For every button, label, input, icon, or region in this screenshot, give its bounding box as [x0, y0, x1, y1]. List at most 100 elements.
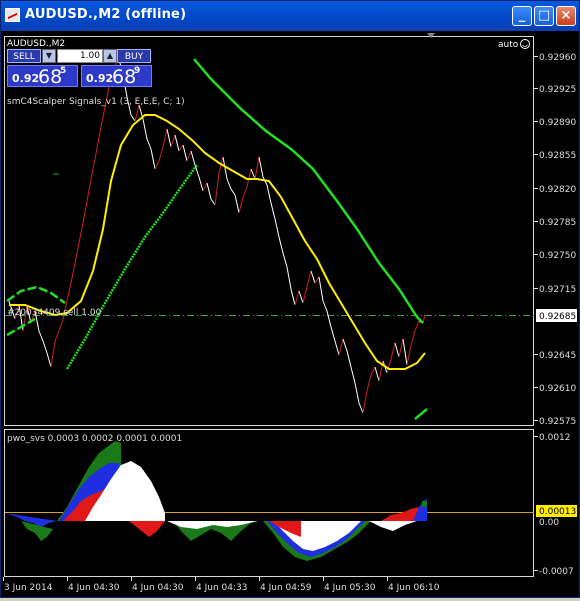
price-bar — [290, 288, 296, 306]
price-bar — [90, 158, 96, 180]
price-bar — [386, 358, 392, 374]
price-bar — [54, 330, 60, 342]
price-bar — [46, 352, 52, 368]
price-bar — [302, 286, 308, 304]
price-chart-svg[interactable]: 0.92960 0.92925 0.92890 0.92855 0.92820 0.927… — [3, 33, 579, 597]
price-bar — [74, 242, 80, 264]
chart-window[interactable]: AUDUSD.,M2 (offline) _ □ × 0.92960 0.9292… — [0, 0, 580, 598]
current-price-label: 0.92685 — [539, 312, 576, 322]
price-tick-label: 0.92960 — [539, 53, 576, 63]
window-title: AUDUSD.,M2 (offline) — [25, 7, 187, 22]
price-bar — [318, 276, 324, 302]
price-bar — [394, 342, 400, 358]
subwindow-indicator-label: pwo_svs 0.0003 0.0002 0.0001 0.0001 — [7, 434, 182, 444]
buy-button[interactable]: BUY — [117, 49, 151, 63]
smiley-icon — [520, 39, 530, 49]
subwindow-value: 0.00013 — [539, 507, 576, 517]
price-bar — [226, 178, 232, 190]
price-bar — [322, 300, 328, 312]
sell-button[interactable]: SELL — [7, 49, 41, 63]
sell-price-pips: 68 — [38, 66, 63, 88]
upper-envelope-line — [193, 58, 424, 324]
price-bar — [210, 198, 216, 206]
histogram-green-recovery — [422, 501, 427, 507]
price-bar — [230, 188, 236, 196]
maximize-button[interactable]: □ — [534, 6, 554, 26]
autoscroll-label[interactable]: auto — [498, 40, 519, 50]
price-bar — [242, 186, 248, 198]
sell-price-prefix: 0.92 — [12, 72, 40, 85]
price-bar — [266, 184, 272, 204]
price-bar — [374, 366, 380, 382]
histogram-white-recovery — [369, 521, 417, 531]
main-chart-border — [4, 36, 534, 426]
price-bar — [362, 390, 368, 414]
price-bar — [406, 344, 412, 366]
price-bar — [50, 340, 56, 368]
time-tick-label: 4 Jun 05:30 — [324, 583, 376, 593]
price-bar — [334, 340, 340, 356]
chart-area[interactable]: 0.92960 0.92925 0.92890 0.92855 0.92820 0.927… — [3, 33, 579, 597]
price-tick-label: 0.92925 — [539, 85, 576, 95]
price-bar — [270, 202, 276, 220]
minimize-button[interactable]: _ — [512, 6, 532, 26]
price-bar — [286, 266, 292, 290]
time-axis: 3 Jun 2014 4 Jun 04:30 4 Jun 04:30 4 Jun 04… — [3, 577, 440, 593]
time-tick-label: 4 Jun 06:10 — [388, 583, 440, 593]
moving-average-line — [9, 114, 426, 370]
price-bar — [330, 326, 336, 342]
lot-decrease-button[interactable]: ▼ — [42, 49, 56, 63]
price-bar — [370, 366, 376, 376]
price-bar — [198, 176, 204, 192]
price-bar — [326, 310, 332, 328]
indicator-label: smC4Scalper Signals_v1 (3, E,E,E, C; 1) — [7, 97, 185, 107]
price-bar — [310, 270, 316, 284]
lot-increase-button[interactable]: ▲ — [103, 49, 117, 63]
price-bar — [162, 128, 168, 148]
one-click-trade-panel: SELL ▼ 1.00 ▲ BUY 0.92 68 5 0.92 68 9 — [5, 48, 152, 88]
price-bar — [298, 290, 304, 304]
lot-size-input[interactable]: 1.00 — [57, 49, 103, 63]
chart-window-icon — [5, 8, 20, 22]
price-bar — [146, 138, 152, 150]
buy-price-fraction: 9 — [134, 66, 141, 76]
price-bar — [238, 196, 244, 214]
price-tick-label: 0.92855 — [539, 151, 576, 161]
price-bar — [94, 136, 100, 160]
time-tick-label: 4 Jun 04:30 — [132, 583, 184, 593]
price-tick-label: 0.92610 — [539, 384, 576, 394]
price-bar — [82, 200, 88, 224]
price-bar — [214, 172, 220, 206]
one-click-toggle-icon[interactable] — [427, 33, 435, 38]
price-bar — [402, 338, 408, 366]
price-bar — [182, 144, 188, 162]
price-bar — [278, 236, 284, 254]
time-tick-label: 4 Jun 04:33 — [196, 583, 247, 593]
price-bar — [202, 182, 208, 192]
price-bar — [250, 168, 256, 180]
buy-price-box[interactable]: 0.92 68 9 — [81, 65, 152, 88]
buy-price-pips: 68 — [112, 66, 137, 88]
price-bar — [294, 290, 300, 306]
price-bar — [390, 342, 396, 360]
time-tick-label: 3 Jun 2014 — [4, 583, 53, 593]
price-tick-label: 0.92575 — [539, 417, 576, 427]
price-tick-label: 0.92785 — [539, 218, 576, 228]
time-tick-label: 4 Jun 04:30 — [68, 583, 120, 593]
buy-price-prefix: 0.92 — [86, 72, 114, 85]
price-bar — [178, 144, 184, 152]
title-bar[interactable]: AUDUSD.,M2 (offline) _ □ × — [1, 1, 579, 31]
histogram-red-dip — [129, 521, 165, 537]
price-bar — [414, 320, 420, 332]
price-bar — [154, 160, 160, 170]
price-tick-label: 0.92645 — [539, 351, 576, 361]
close-button[interactable]: × — [556, 6, 576, 26]
price-bar — [86, 178, 92, 202]
price-bar — [314, 276, 320, 284]
price-bar — [346, 350, 352, 368]
price-bar — [134, 104, 140, 122]
histogram-red-recovery — [381, 507, 419, 521]
sell-price-box[interactable]: 0.92 68 5 — [7, 65, 78, 88]
smiley-icon-mouth — [522, 44, 528, 47]
order-label: #20034409 sell 1.00 — [7, 308, 102, 318]
